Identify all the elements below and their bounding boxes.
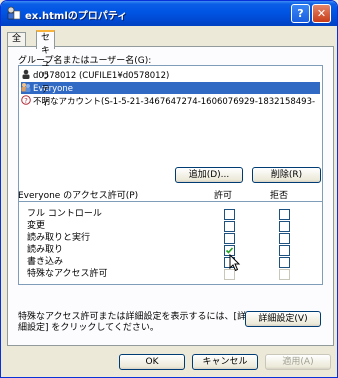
add-button[interactable]: 追加(D)... xyxy=(175,167,243,183)
advanced-button[interactable]: 詳細設定(V) xyxy=(245,311,321,327)
permission-name: 読み取り xyxy=(27,245,64,255)
unknown-account-icon: ? xyxy=(21,95,31,105)
allow-checkbox[interactable] xyxy=(224,221,235,232)
deny-checkbox xyxy=(279,269,290,280)
permissions-label: Everyone のアクセス許可(P) xyxy=(18,191,139,201)
svg-text:?: ? xyxy=(24,97,28,105)
deny-checkbox[interactable] xyxy=(279,233,290,244)
security-panel: グループ名またはユーザー名(G): d0578012 (CUFILE1¥d057… xyxy=(7,46,334,346)
permission-name: 特殊なアクセス許可 xyxy=(27,269,108,279)
title-bar[interactable]: ex.htmlのプロパティ ? ✕ xyxy=(1,1,337,26)
permission-row: 特殊なアクセス許可 xyxy=(19,268,322,280)
mouse-cursor-icon xyxy=(229,254,241,272)
permission-row: 変更 xyxy=(19,220,322,232)
apply-button[interactable]: 適用(A) xyxy=(265,354,331,370)
cancel-button[interactable]: キャンセル xyxy=(192,354,258,370)
permission-row: 読み取り xyxy=(19,244,322,256)
help-button[interactable]: ? xyxy=(291,4,310,23)
file-properties-icon xyxy=(7,6,21,20)
list-item[interactable]: Everyone xyxy=(21,82,320,94)
principal-name: 不明なアカウント(S-1-5-21-3467647274-1606076929-… xyxy=(33,97,316,107)
list-item[interactable]: ? 不明なアカウント(S-1-5-21-3467647274-160607692… xyxy=(21,95,320,107)
allow-checkbox[interactable] xyxy=(224,233,235,244)
tab-security[interactable]: セキュリティ xyxy=(36,30,56,108)
ok-button[interactable]: OK xyxy=(119,354,185,370)
principal-name: Everyone xyxy=(33,84,73,94)
permission-name: 読み取りと実行 xyxy=(27,233,91,243)
permission-name: 書き込み xyxy=(27,257,64,267)
allow-checkbox[interactable] xyxy=(224,209,235,220)
permission-row: フル コントロール xyxy=(19,208,322,220)
permission-row: 読み取りと実行 xyxy=(19,232,322,244)
window-title: ex.htmlのプロパティ xyxy=(25,11,128,22)
allow-column-header: 許可 xyxy=(214,191,233,201)
deny-checkbox[interactable] xyxy=(279,209,290,220)
permissions-list: フル コントロール 変更 読み取りと実行 読み取り 書き込み 特殊なアクセス許可 xyxy=(18,201,323,285)
list-item[interactable]: d0578012 (CUFILE1¥d0578012) xyxy=(21,69,320,81)
deny-checkbox[interactable] xyxy=(279,245,290,256)
principals-list[interactable]: d0578012 (CUFILE1¥d0578012) Everyone ? 不… xyxy=(18,65,323,208)
advanced-note-line2: 細設定] をクリックしてください。 xyxy=(18,323,159,333)
permission-name: フル コントロール xyxy=(27,209,102,219)
deny-checkbox[interactable] xyxy=(279,221,290,232)
deny-column-header: 拒否 xyxy=(270,191,289,201)
close-button[interactable]: ✕ xyxy=(312,4,331,23)
permission-name: 変更 xyxy=(27,221,46,231)
principal-name: d0578012 (CUFILE1¥d0578012) xyxy=(33,71,170,81)
permission-row: 書き込み xyxy=(19,256,322,268)
properties-window: ex.htmlのプロパティ ? ✕ 全般 セキュリティ グループ名またはユーザー… xyxy=(0,0,338,378)
remove-button[interactable]: 削除(R) xyxy=(252,167,321,183)
user-icon xyxy=(22,69,30,79)
tab-general[interactable]: 全般 xyxy=(7,32,27,57)
group-icon xyxy=(21,83,31,92)
deny-checkbox[interactable] xyxy=(279,257,290,268)
